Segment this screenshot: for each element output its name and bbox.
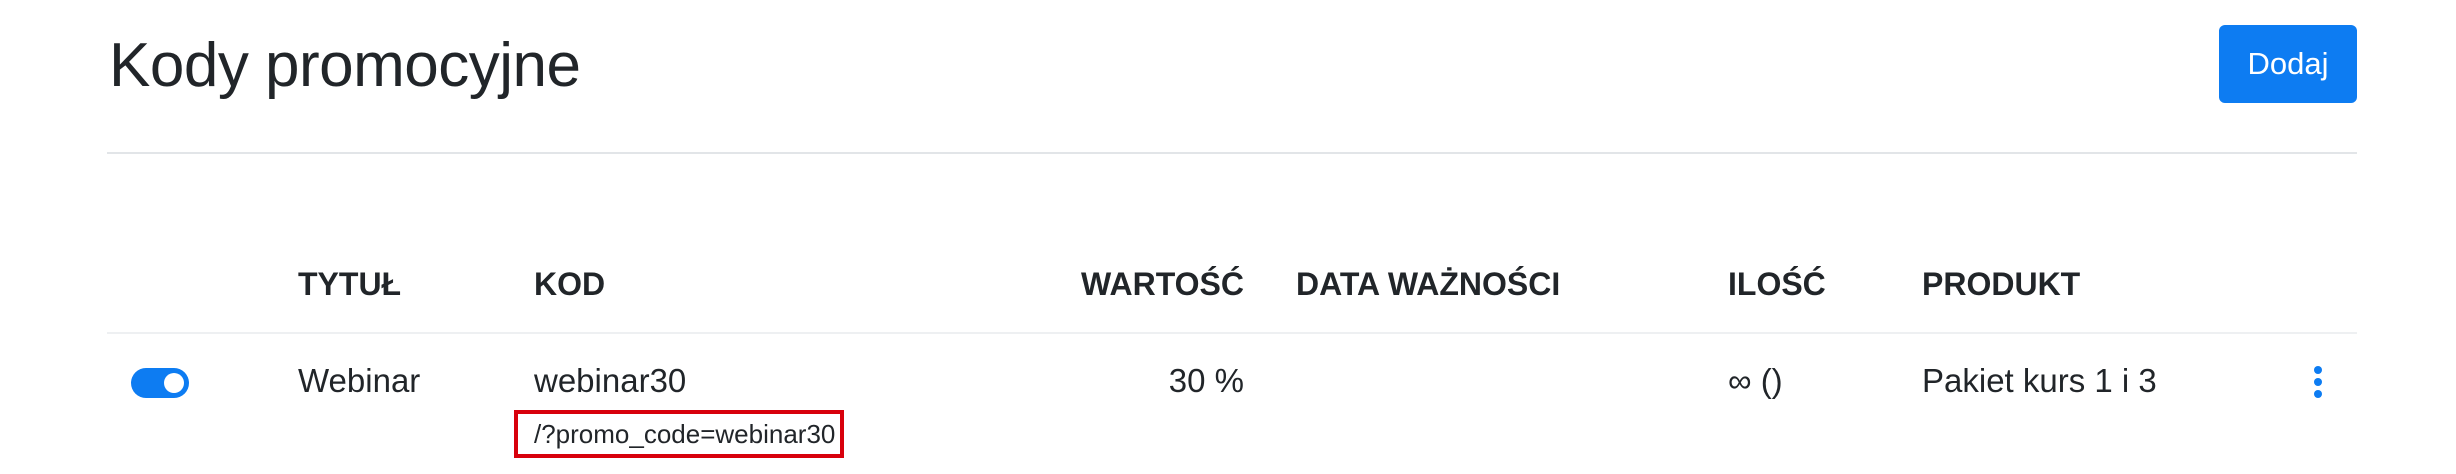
vertical-dots-icon[interactable] [2311, 366, 2325, 402]
add-button[interactable]: Dodaj [2219, 25, 2357, 103]
table-header: TYTUŁ KOD WARTOŚĆ DATA WAŻNOŚCI ILOŚĆ PR… [107, 258, 2357, 334]
table-row: Webinar webinar30 30 % ∞ () Pakiet kurs … [107, 334, 2357, 474]
column-header-quantity[interactable]: ILOŚĆ [1728, 266, 1826, 303]
promo-title: Webinar [298, 362, 421, 399]
promo-code: webinar30 [534, 362, 687, 399]
toggle-knob [164, 373, 184, 393]
column-header-title[interactable]: TYTUŁ [298, 266, 401, 303]
page-title: Kody promocyjne [109, 31, 581, 100]
column-header-product[interactable]: PRODUKT [1922, 266, 2080, 303]
active-toggle[interactable] [131, 368, 189, 398]
promo-link-highlight: /?promo_code=webinar30 [514, 410, 844, 458]
promo-product: Pakiet kurs 1 i 3 [1922, 362, 2157, 399]
column-header-value[interactable]: WARTOŚĆ [1081, 266, 1244, 303]
page-header: Kody promocyjne Dodaj [107, 0, 2357, 154]
promo-quantity: ∞ () [1728, 362, 1783, 399]
promo-codes-table: TYTUŁ KOD WARTOŚĆ DATA WAŻNOŚCI ILOŚĆ PR… [107, 258, 2357, 474]
promo-link[interactable]: /?promo_code=webinar30 [534, 419, 835, 449]
column-header-expiry[interactable]: DATA WAŻNOŚCI [1296, 266, 1560, 303]
promo-value: 30 % [1168, 362, 1244, 399]
column-header-code[interactable]: KOD [534, 266, 605, 303]
promo-codes-page: Kody promocyjne Dodaj TYTUŁ KOD WARTOŚĆ … [0, 0, 2456, 474]
